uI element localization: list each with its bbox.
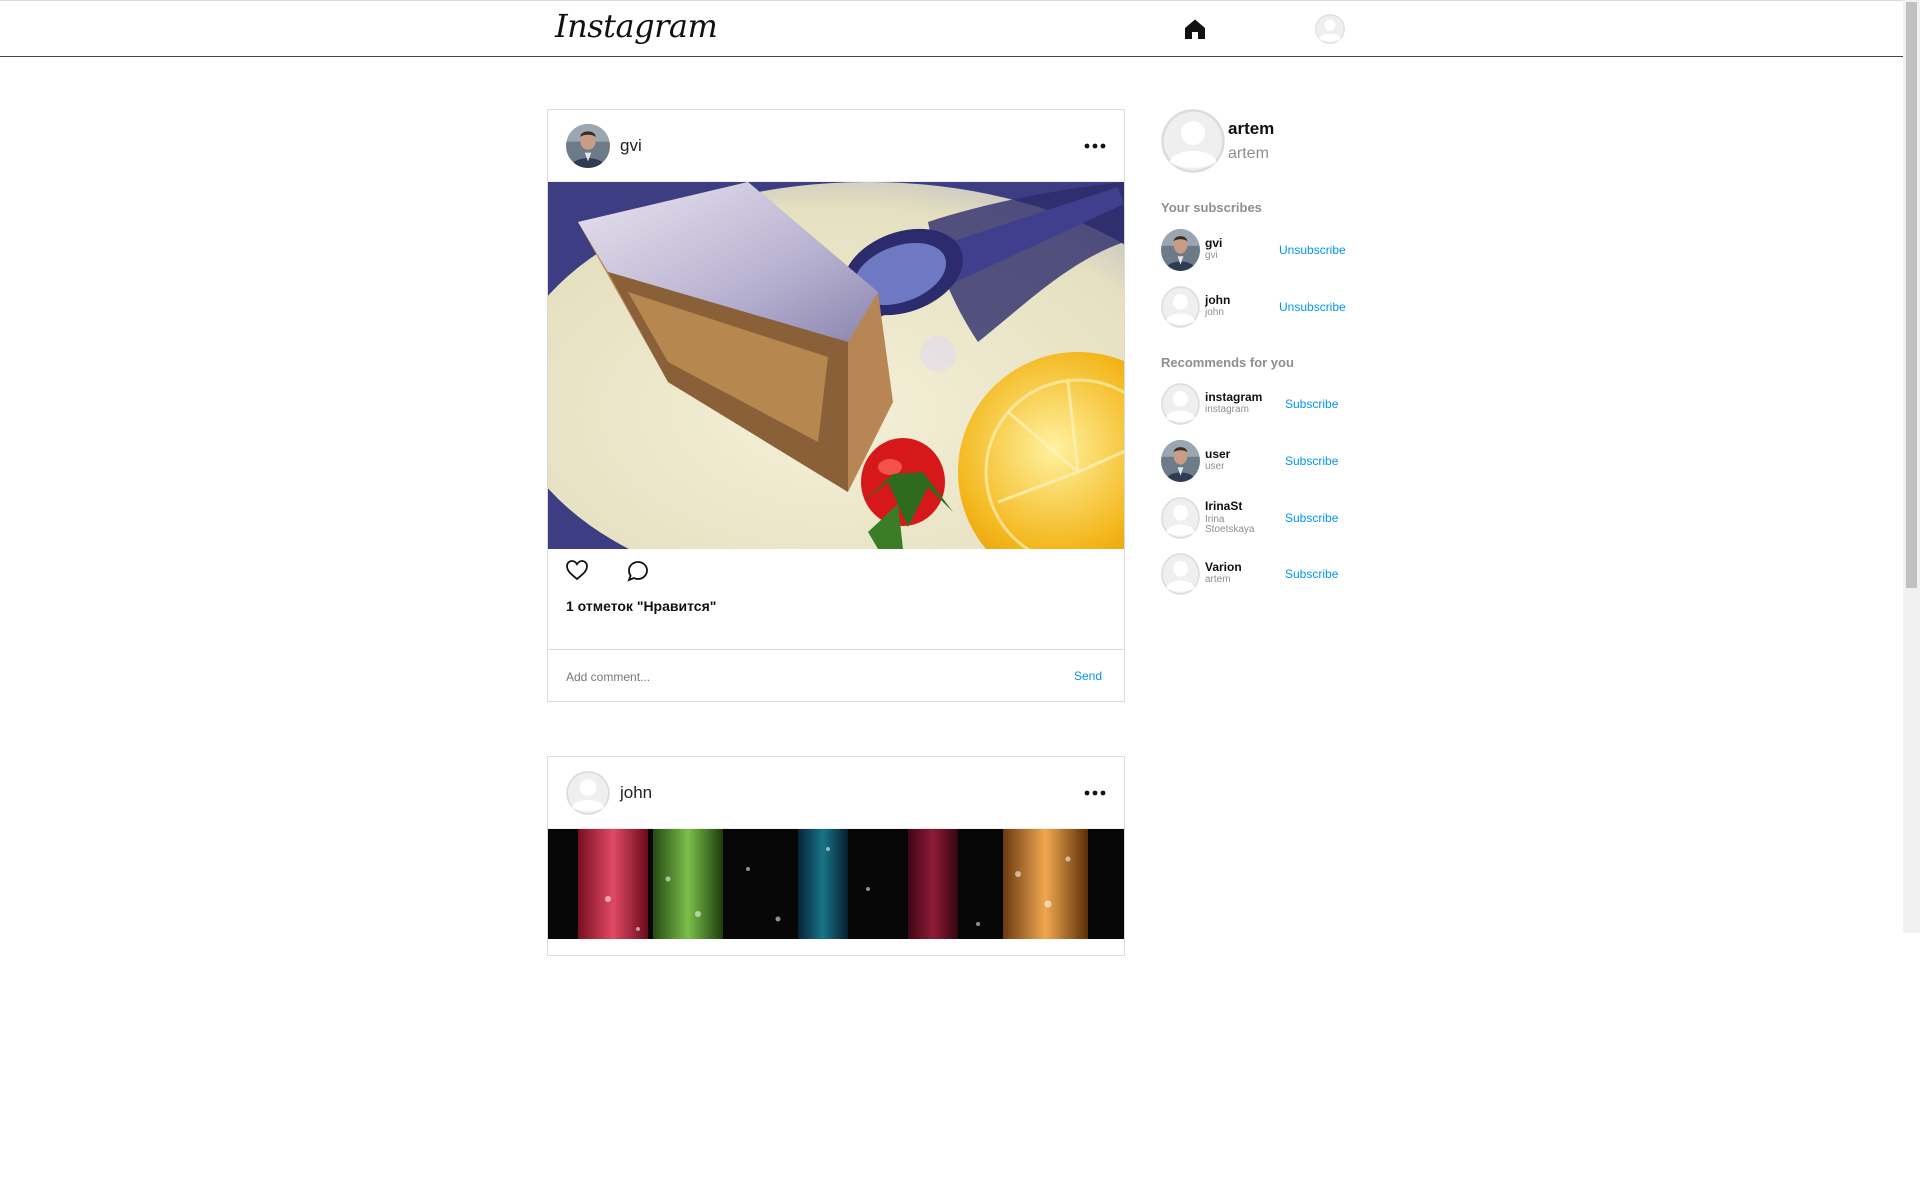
feed-post: gvi 1 отметок "Нравится" Add comment... … — [547, 109, 1125, 702]
post-actions — [565, 559, 685, 583]
row-username: gvi — [1205, 250, 1218, 261]
subscribe-row-gvi: gvi gvi Unsubscribe — [1161, 229, 1351, 273]
post-username[interactable]: john — [620, 783, 652, 803]
likes-count: 1 отметок "Нравится" — [566, 598, 717, 614]
avatar[interactable] — [1161, 229, 1200, 271]
recommends-heading: Recommends for you — [1161, 355, 1294, 370]
recommend-row-irinast: IrinaSt Irina Stoetskaya Subscribe — [1161, 497, 1351, 541]
avatar[interactable] — [1161, 109, 1225, 173]
more-dots-icon[interactable] — [1084, 784, 1106, 802]
unsubscribe-button[interactable]: Unsubscribe — [1279, 300, 1346, 314]
page-scrollbar[interactable] — [1903, 0, 1920, 933]
post-header: john — [548, 757, 1124, 829]
subscribe-button[interactable]: Subscribe — [1285, 454, 1338, 468]
send-button[interactable]: Send — [1074, 669, 1102, 683]
avatar[interactable] — [1161, 497, 1200, 539]
recommend-row-varion: Varion artem Subscribe — [1161, 553, 1351, 597]
post-image[interactable] — [548, 829, 1124, 1196]
more-dots-icon[interactable] — [1084, 137, 1106, 155]
instagram-logo[interactable]: Instagram — [555, 7, 718, 45]
feed-post: john — [547, 756, 1125, 956]
row-username: artem — [1205, 574, 1231, 585]
profile-avatar-icon[interactable] — [1315, 14, 1345, 44]
unsubscribe-button[interactable]: Unsubscribe — [1279, 243, 1346, 257]
comment-form: Send — [548, 649, 1124, 702]
current-user-name[interactable]: artem — [1228, 119, 1274, 139]
home-icon[interactable] — [1183, 17, 1207, 41]
comment-bubble-icon[interactable] — [626, 559, 650, 583]
post-header: gvi — [548, 110, 1124, 182]
avatar[interactable] — [566, 771, 610, 815]
row-username: Irina Stoetskaya — [1205, 514, 1255, 535]
top-navbar: Instagram — [0, 0, 1903, 57]
scrollbar-thumb[interactable] — [1906, 2, 1917, 588]
avatar[interactable] — [566, 124, 610, 168]
row-name[interactable]: gvi — [1205, 236, 1222, 250]
subscribe-row-john: john john Unsubscribe — [1161, 286, 1351, 330]
subscribe-button[interactable]: Subscribe — [1285, 567, 1338, 581]
row-name[interactable]: instagram — [1205, 390, 1262, 404]
avatar[interactable] — [1161, 440, 1200, 482]
avatar[interactable] — [1161, 286, 1200, 328]
row-name[interactable]: user — [1205, 447, 1230, 461]
heart-icon[interactable] — [565, 559, 589, 581]
post-image[interactable] — [548, 182, 1124, 549]
row-name[interactable]: Varion — [1205, 560, 1242, 574]
comment-input[interactable] — [566, 666, 1026, 688]
recommend-row-instagram: instagram instagram Subscribe — [1161, 383, 1351, 427]
row-username: user — [1205, 461, 1225, 472]
subscribes-heading: Your subscribes — [1161, 200, 1262, 215]
post-username[interactable]: gvi — [620, 136, 642, 156]
row-name[interactable]: john — [1205, 293, 1230, 307]
avatar[interactable] — [1161, 553, 1200, 595]
row-username: john — [1205, 307, 1224, 318]
current-user-username: artem — [1228, 145, 1269, 162]
row-name[interactable]: IrinaSt — [1205, 499, 1242, 513]
row-username: instagram — [1205, 404, 1249, 415]
subscribe-button[interactable]: Subscribe — [1285, 511, 1338, 525]
recommend-row-user: user user Subscribe — [1161, 440, 1351, 484]
avatar[interactable] — [1161, 383, 1200, 425]
subscribe-button[interactable]: Subscribe — [1285, 397, 1338, 411]
